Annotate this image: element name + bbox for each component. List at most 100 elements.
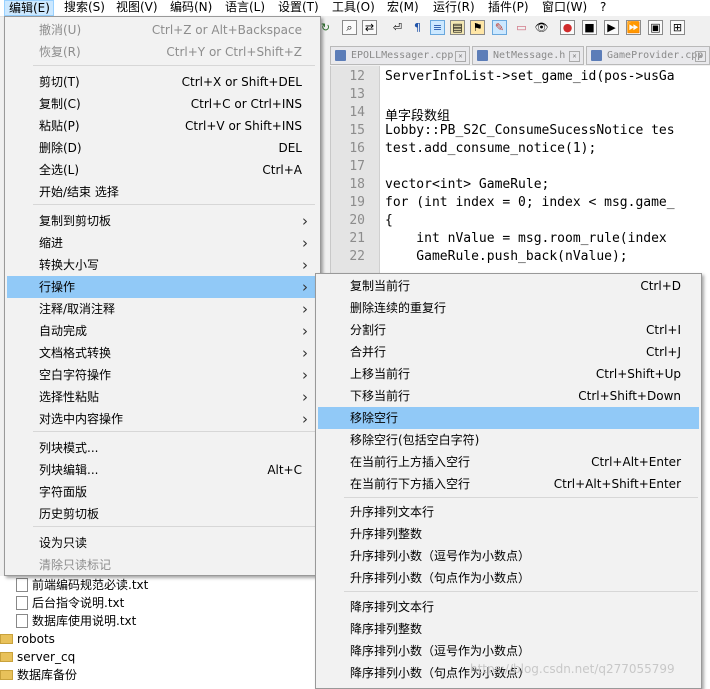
edit-menu-item[interactable]: 字符面版 (7, 481, 318, 503)
menu-plugins[interactable]: 插件(P) (488, 0, 529, 16)
line-menu-item[interactable]: 在当前行上方插入空行 Ctrl+Alt+Enter (318, 451, 699, 473)
tab-netmessage[interactable]: NetMessage.h ✕ (472, 46, 584, 65)
edit-menu-item[interactable]: 列块编辑... Alt+C (7, 459, 318, 481)
edit-menu-item[interactable]: 清除只读标记 (7, 554, 318, 576)
menu-settings[interactable]: 设置(T) (278, 0, 319, 16)
edit-menu-item[interactable]: 复制到剪切板 › (7, 210, 318, 232)
tree-label: server_cq (17, 650, 76, 664)
line-menu-item[interactable]: 降序排列文本行 (318, 596, 699, 618)
code-line[interactable]: { (385, 213, 393, 228)
indent-guide-icon[interactable]: ≡ (430, 20, 445, 35)
edit-menu-item[interactable]: 空白字符操作 › (7, 364, 318, 386)
edit-menu-item[interactable]: 复制(C) Ctrl+C or Ctrl+INS (7, 93, 318, 115)
menu-item-label: 复制当前行 (350, 279, 411, 293)
menu-window[interactable]: 窗口(W) (542, 0, 587, 16)
line-menu-item[interactable]: 在当前行下方插入空行 Ctrl+Alt+Shift+Enter (318, 473, 699, 495)
line-menu-item[interactable]: 分割行 Ctrl+I (318, 319, 699, 341)
menu-edit[interactable]: 编辑(E) (4, 0, 54, 16)
function-list-icon[interactable]: ⚑ (470, 20, 485, 35)
line-menu-item[interactable]: 移除空行 (318, 407, 699, 429)
show-symbols-icon[interactable]: ¶ (410, 20, 425, 35)
line-menu-item[interactable]: 删除连续的重复行 (318, 297, 699, 319)
code-line[interactable]: vector<int> GameRule; (385, 177, 549, 192)
tab-label: EPOLLMessager.cpp (351, 50, 454, 61)
close-icon[interactable]: ✕ (455, 51, 466, 62)
close-icon[interactable]: ✕ (695, 51, 706, 62)
menu-item-label: 注释/取消注释 (39, 302, 116, 316)
edit-menu-item[interactable]: 撤消(U) Ctrl+Z or Alt+Backspace (7, 19, 318, 41)
toolbar-more-icon[interactable]: ⊞ (670, 20, 685, 35)
line-menu-item[interactable]: 合并行 Ctrl+J (318, 341, 699, 363)
code-line[interactable]: Lobby::PB_S2C_ConsumeSucessNotice tes (385, 123, 675, 138)
code-line[interactable]: 单字段数组 (385, 105, 450, 124)
menu-language[interactable]: 语言(L) (225, 0, 265, 16)
edit-menu-item[interactable]: 开始/结束 选择 (7, 181, 318, 203)
word-wrap-icon[interactable]: ⏎ (390, 20, 405, 35)
code-line[interactable]: int nValue = msg.room_rule(index (385, 231, 666, 246)
menu-view[interactable]: 视图(V) (116, 0, 158, 16)
menu-run[interactable]: 运行(R) (433, 0, 475, 16)
edit-menu-item[interactable]: 列块模式... (7, 437, 318, 459)
menu-item-label: 升序排列小数（句点作为小数点） (350, 571, 531, 585)
line-menu-item[interactable]: 降序排列小数（逗号作为小数点） (318, 640, 699, 662)
monitor-icon[interactable]: ▭ (514, 20, 529, 35)
tree-folder[interactable]: server_cq (0, 648, 75, 666)
edit-menu-item[interactable]: 注释/取消注释 › (7, 298, 318, 320)
menu-item-label: 恢复(R) (39, 45, 81, 59)
tree-file[interactable]: 前端编码规范必读.txt (16, 576, 148, 594)
menu-item-label: 升序排列整数 (350, 527, 423, 541)
edit-menu-item[interactable]: 剪切(T) Ctrl+X or Shift+DEL (7, 71, 318, 93)
line-menu-item[interactable]: 复制当前行 Ctrl+D (318, 275, 699, 297)
line-menu-item[interactable]: 移除空行(包括空白字符) (318, 429, 699, 451)
tree-file[interactable]: 后台指令说明.txt (16, 594, 124, 612)
menu-encoding[interactable]: 编码(N) (170, 0, 212, 16)
code-line[interactable]: GameRule.push_back(nValue); (385, 249, 627, 264)
play-multiple-icon[interactable]: ⏩ (626, 20, 641, 35)
line-menu-item[interactable]: 下移当前行 Ctrl+Shift+Down (318, 385, 699, 407)
line-number: 18 (349, 177, 365, 192)
tree-folder[interactable]: 数据库备份 (0, 666, 77, 684)
edit-menu-item[interactable]: 粘贴(P) Ctrl+V or Shift+INS (7, 115, 318, 137)
edit-menu-item[interactable]: 全选(L) Ctrl+A (7, 159, 318, 181)
code-line[interactable]: test.add_consume_notice(1); (385, 141, 596, 156)
stop-macro-icon[interactable]: ■ (582, 20, 597, 35)
edit-menu-item[interactable]: 缩进 › (7, 232, 318, 254)
edit-menu-item[interactable]: 行操作 › (7, 276, 318, 298)
edit-menu-item[interactable]: 对选中内容操作 › (7, 408, 318, 430)
find-icon[interactable]: ⌕ (342, 20, 357, 35)
edit-menu-item[interactable]: 选择性粘贴 › (7, 386, 318, 408)
line-menu-item[interactable]: 降序排列整数 (318, 618, 699, 640)
code-line[interactable]: for (int index = 0; index < msg.game_ (385, 195, 675, 210)
edit-menu-item[interactable]: 设为只读 (7, 532, 318, 554)
tab-epollmessager[interactable]: EPOLLMessager.cpp ✕ (330, 46, 470, 65)
code-line[interactable]: ServerInfoList->set_game_id(pos->usGa (385, 69, 675, 84)
edit-menu-item[interactable]: 转换大小写 › (7, 254, 318, 276)
tree-folder[interactable]: robots (0, 630, 55, 648)
edit-menu-item[interactable]: 历史剪切板 (7, 503, 318, 525)
save-macro-icon[interactable]: ▣ (648, 20, 663, 35)
play-macro-icon[interactable]: ▶ (604, 20, 619, 35)
line-menu-item[interactable]: 升序排列小数（逗号作为小数点） (318, 545, 699, 567)
replace-icon[interactable]: ⇄ (362, 20, 377, 35)
edit-menu-item[interactable]: 恢复(R) Ctrl+Y or Ctrl+Shift+Z (7, 41, 318, 63)
line-menu-item[interactable]: 升序排列整数 (318, 523, 699, 545)
doc-map-icon[interactable]: ▤ (450, 20, 465, 35)
line-menu-item[interactable]: 升序排列文本行 (318, 501, 699, 523)
close-icon[interactable]: ✕ (569, 51, 580, 62)
edit-menu-item[interactable]: 自动完成 › (7, 320, 318, 342)
edit-menu-item[interactable]: 文档格式转换 › (7, 342, 318, 364)
record-macro-icon[interactable]: ● (560, 20, 575, 35)
tree-file[interactable]: 数据库使用说明.txt (16, 612, 136, 630)
edit-menu-item[interactable]: 删除(D) DEL (7, 137, 318, 159)
menu-search[interactable]: 搜索(S) (64, 0, 105, 16)
menu-item-label: 上移当前行 (350, 367, 411, 381)
line-menu-item[interactable]: 上移当前行 Ctrl+Shift+Up (318, 363, 699, 385)
line-number: 17 (349, 159, 365, 174)
menu-help[interactable]: ? (600, 0, 606, 16)
menu-macro[interactable]: 宏(M) (387, 0, 419, 16)
tab-gameprovider[interactable]: GameProvider.cpp ✕ (586, 46, 710, 65)
line-menu-item[interactable]: 升序排列小数（句点作为小数点） (318, 567, 699, 589)
folder-workspace-icon[interactable]: ✎ (492, 20, 507, 35)
eye-icon[interactable]: 👁 (534, 20, 549, 35)
menu-tools[interactable]: 工具(O) (332, 0, 375, 16)
